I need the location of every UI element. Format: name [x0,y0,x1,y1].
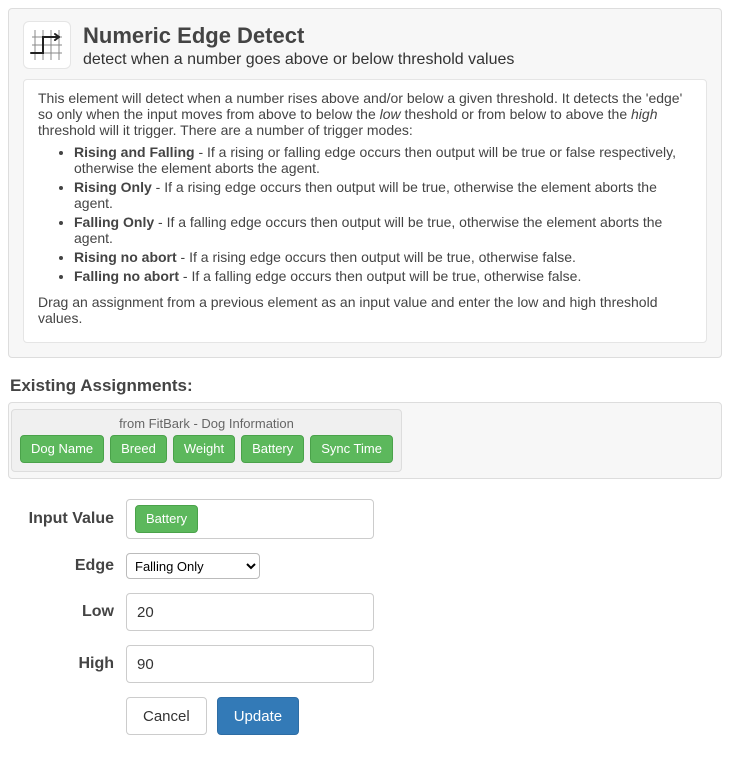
edge-label: Edge [8,557,126,575]
assignment-tag[interactable]: Sync Time [310,435,393,463]
low-label: Low [8,603,126,621]
assignment-tag[interactable]: Battery [241,435,304,463]
low-input[interactable] [126,593,374,631]
element-description: This element will detect when a number r… [23,79,707,343]
edge-detect-icon [29,27,65,63]
element-title: Numeric Edge Detect [83,23,514,49]
assignments-section: Existing Assignments: from FitBark - Dog… [8,376,722,479]
assignments-tags: Dog NameBreedWeightBatterySync Time [20,435,393,463]
input-value-label: Input Value [8,510,126,528]
description-footer: Drag an assignment from a previous eleme… [38,294,692,326]
assignment-tag[interactable]: Weight [173,435,235,463]
modes-list: Rising and Falling - If a rising or fall… [38,144,692,284]
assignments-source: from FitBark - Dog Information [20,416,393,431]
config-form: Input Value Battery Edge Rising and Fall… [8,499,722,735]
assignment-tag[interactable]: Breed [110,435,167,463]
element-header-panel: Numeric Edge Detect detect when a number… [8,8,722,358]
mode-item: Rising Only - If a rising edge occurs th… [74,179,692,211]
element-subtitle: detect when a number goes above or below… [83,51,514,69]
update-button[interactable]: Update [217,697,299,735]
cancel-button[interactable]: Cancel [126,697,207,735]
mode-item: Falling Only - If a falling edge occurs … [74,214,692,246]
high-input[interactable] [126,645,374,683]
mode-item: Rising and Falling - If a rising or fall… [74,144,692,176]
assignments-title: Existing Assignments: [10,376,722,396]
mode-item: Rising no abort - If a rising edge occur… [74,249,692,265]
element-icon [23,21,71,69]
assignment-tag[interactable]: Dog Name [20,435,104,463]
high-label: High [8,655,126,673]
edge-select[interactable]: Rising and FallingRising OnlyFalling Onl… [126,553,260,579]
mode-item: Falling no abort - If a falling edge occ… [74,268,692,284]
description-intro: This element will detect when a number r… [38,90,692,138]
input-value-dropzone[interactable]: Battery [126,499,374,539]
input-value-tag[interactable]: Battery [135,505,198,533]
